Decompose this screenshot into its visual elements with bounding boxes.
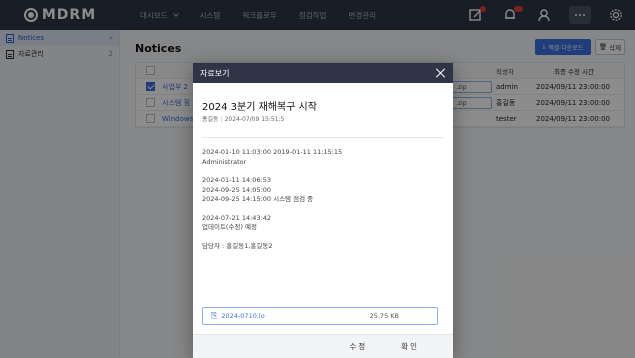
- edit-button[interactable]: 수정: [349, 341, 367, 352]
- body-line: 2024-09-25 14:15:00 시스템 점검 중: [202, 195, 314, 203]
- post-title: 2024 3분기 재해복구 시작: [202, 102, 317, 113]
- attachment-name[interactable]: 2024-0710.lo: [221, 312, 264, 320]
- body-line: 2024-07-21 14:43:42: [202, 213, 272, 222]
- body-line: 업데이트(수정) 예정: [202, 223, 257, 231]
- dialog-header: 자료보기: [193, 63, 453, 83]
- post-meta: 홍길동 | 2024-07/09 15:51:5: [202, 116, 285, 123]
- dialog-footer: 수정 확인: [193, 334, 453, 358]
- paperclip-icon: ⎘: [211, 311, 218, 320]
- dialog-title: 자료보기: [200, 68, 230, 78]
- body-line: Administrator: [202, 157, 247, 166]
- body-line: 2024-01-10 11:03:00 2019-01-11 11:15:15: [202, 148, 343, 156]
- close-icon[interactable]: [435, 67, 447, 79]
- confirm-button[interactable]: 확인: [401, 341, 419, 352]
- view-dialog: 자료보기 2024 3분기 재해복구 시작 홍길동 | 2024-07/09 15:…: [193, 63, 453, 358]
- body-line: 2024-09-25 14:05:00: [202, 185, 272, 194]
- attachment[interactable]: ⎘ 2024-0710.lo 25.75 KB: [202, 307, 438, 325]
- attachment-size: 25.75 KB: [369, 312, 399, 320]
- post-body: 2024-01-10 11:03:00 2019-01-11 11:15:15 …: [202, 148, 442, 251]
- post-author: 홍길동: [202, 116, 219, 123]
- body-line: 2024-01-11 14:06:53: [202, 176, 272, 184]
- body-line: 담당자 : 홍길동1,홍길동2: [202, 241, 273, 250]
- divider: [202, 137, 444, 138]
- post-datetime: 2024-07/09 15:51:5: [224, 116, 285, 123]
